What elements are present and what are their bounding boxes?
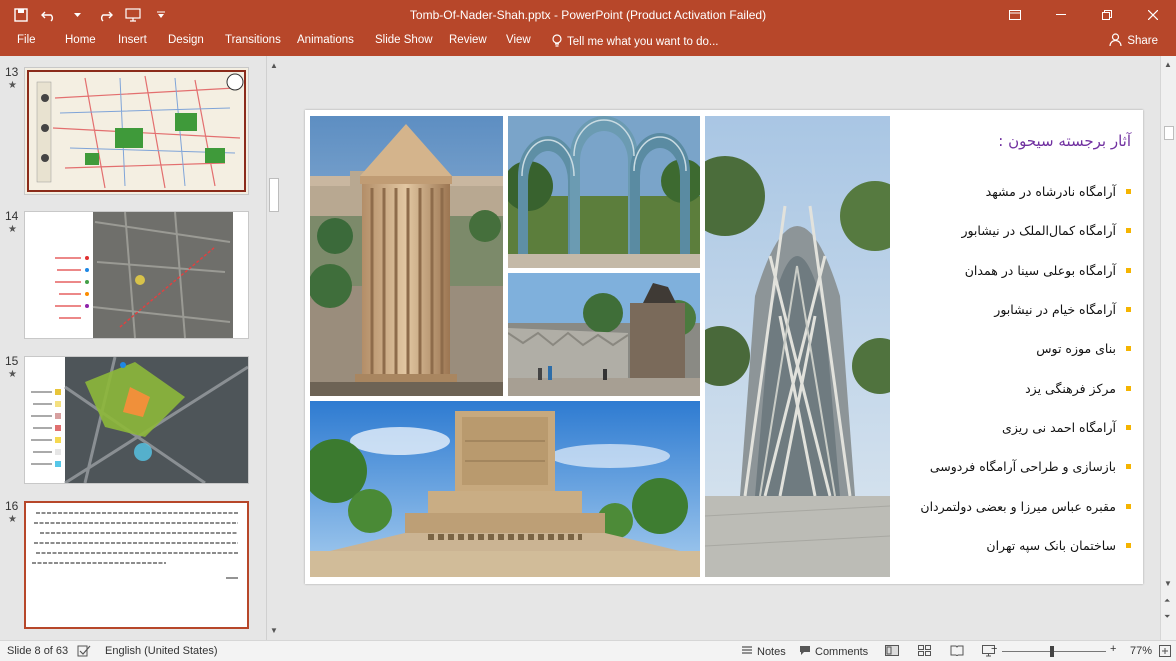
zoom-slider[interactable] (1002, 651, 1106, 652)
status-bar: Slide 8 of 63 English (United States) No… (0, 640, 1176, 661)
scrollbar-thumb[interactable] (269, 178, 279, 212)
thumb-number: 16 (5, 499, 19, 513)
slide-thumbnail-13[interactable] (24, 67, 249, 195)
slide-counter: Slide 8 of 63 (7, 645, 69, 657)
tab-insert[interactable]: Insert (118, 34, 147, 46)
slide-thumbnail-15[interactable] (24, 356, 249, 484)
bullet-icon (1126, 267, 1131, 273)
scroll-down-icon[interactable]: ▼ (1164, 579, 1172, 588)
ribbon-display-icon[interactable] (992, 0, 1038, 30)
slide-thumbnail-16[interactable] (24, 501, 249, 629)
comment-icon (799, 645, 811, 659)
bullet-icon (1126, 307, 1131, 313)
comments-button[interactable]: Comments (799, 645, 868, 659)
list-item: بازسازی و طراحی آرامگاه فردوسی (871, 447, 1131, 486)
slide-thumbnail-14[interactable] (24, 211, 249, 339)
list-item: بنای موزه توس (871, 329, 1131, 368)
fit-to-window-icon[interactable] (1159, 645, 1171, 657)
slide-list-title: آثار برجسته سیحون : (998, 132, 1131, 150)
zoom-slider-handle[interactable] (1050, 646, 1054, 657)
zoom-out-button[interactable]: − (991, 643, 997, 655)
bullet-icon (1126, 424, 1131, 430)
tab-design[interactable]: Design (168, 34, 204, 46)
comments-label: Comments (815, 646, 869, 658)
list-item: آرامگاه خیام در نیشابور (871, 290, 1131, 329)
reading-view-icon[interactable] (950, 645, 964, 656)
window-controls (992, 0, 1176, 30)
list-item: آرامگاه احمد نی ریزی (871, 408, 1131, 447)
scroll-down-icon[interactable]: ▼ (270, 626, 278, 635)
spelling-icon[interactable] (77, 645, 91, 657)
language-indicator[interactable]: English (United States) (105, 645, 218, 657)
title-bar: Tomb-Of-Nader-Shah.pptx - PowerPoint (Pr… (0, 0, 1176, 30)
list-item: مرکز فرهنگی یزد (871, 368, 1131, 407)
thumb-number: 15 (5, 354, 19, 368)
tab-slide-show[interactable]: Slide Show (375, 34, 433, 46)
photo-ferdowsi-tomb (310, 401, 700, 577)
normal-view-icon[interactable] (885, 645, 899, 656)
share-label: Share (1127, 35, 1158, 47)
scroll-up-icon[interactable]: ▲ (270, 61, 278, 70)
scroll-up-icon[interactable]: ▲ (1164, 60, 1172, 69)
animation-star-icon: ★ (8, 514, 17, 525)
bullet-icon (1126, 385, 1131, 391)
bullet-icon (1126, 464, 1131, 470)
thumb-number: 13 (5, 65, 19, 79)
works-list: آرامگاه نادرشاه در مشهد آرامگاه کمال‌الم… (871, 172, 1131, 565)
list-item: مقبره عباس میرزا و بعضی دولتمردان (871, 486, 1131, 525)
notes-button[interactable]: Notes (741, 645, 786, 658)
thumb-number: 14 (5, 209, 19, 223)
tab-home[interactable]: Home (65, 34, 96, 46)
tab-review[interactable]: Review (449, 34, 487, 46)
notes-icon (741, 645, 753, 658)
animation-star-icon: ★ (8, 369, 17, 380)
close-icon[interactable] (1130, 0, 1176, 30)
photo-tus-museum (508, 273, 700, 396)
list-item: آرامگاه بوعلی سینا در همدان (871, 251, 1131, 290)
restore-icon[interactable] (1084, 0, 1130, 30)
bullet-icon (1126, 503, 1131, 509)
previous-slide-icon[interactable]: ⏶ (1164, 596, 1170, 606)
list-item: آرامگاه نادرشاه در مشهد (871, 172, 1131, 211)
slide-canvas[interactable]: آثار برجسته سیحون : آرامگاه نادرشاه در م… (305, 110, 1143, 584)
zoom-in-button[interactable]: + (1110, 643, 1116, 655)
person-icon (1109, 33, 1122, 49)
tab-view[interactable]: View (506, 34, 531, 46)
tell-me-box[interactable]: Tell me what you want to do... (552, 34, 719, 50)
bullet-icon (1126, 228, 1131, 234)
scrollbar-thumb[interactable] (1164, 126, 1174, 140)
tell-me-text: Tell me what you want to do... (567, 36, 719, 48)
thumbnail-scrollbar[interactable]: ▲ ▼ (266, 56, 280, 640)
bullet-icon (1126, 542, 1131, 548)
bullet-icon (1126, 189, 1131, 195)
photo-avicenna-tomb (310, 116, 503, 396)
bullet-icon (1126, 346, 1131, 352)
lightbulb-icon (552, 34, 562, 50)
ribbon-tabs: File Home Insert Design Transitions Anim… (0, 30, 1176, 56)
list-item: ساختمان بانک سپه تهران (871, 526, 1131, 565)
notes-label: Notes (757, 645, 786, 658)
zoom-level[interactable]: 77% (1130, 645, 1152, 657)
slide-thumbnail-pane: 13 ★ 14 ★ 15 ★ 16 ★ (0, 56, 284, 640)
slide-sorter-icon[interactable] (918, 645, 931, 656)
animation-star-icon: ★ (8, 80, 17, 91)
tab-file[interactable]: File (17, 34, 36, 46)
animation-star-icon: ★ (8, 224, 17, 235)
share-button[interactable]: Share (1109, 33, 1158, 49)
tab-animations[interactable]: Animations (297, 34, 354, 46)
tab-transitions[interactable]: Transitions (225, 34, 281, 46)
editor-scrollbar[interactable]: ▲ ▼ ⏶ ⏷ (1160, 56, 1176, 640)
minimize-icon[interactable] (1038, 0, 1084, 30)
photo-khayyam-monument (705, 116, 890, 577)
list-item: آرامگاه کمال‌الملک در نیشابور (871, 211, 1131, 250)
next-slide-icon[interactable]: ⏷ (1164, 612, 1170, 622)
photo-arches-monument (508, 116, 700, 268)
